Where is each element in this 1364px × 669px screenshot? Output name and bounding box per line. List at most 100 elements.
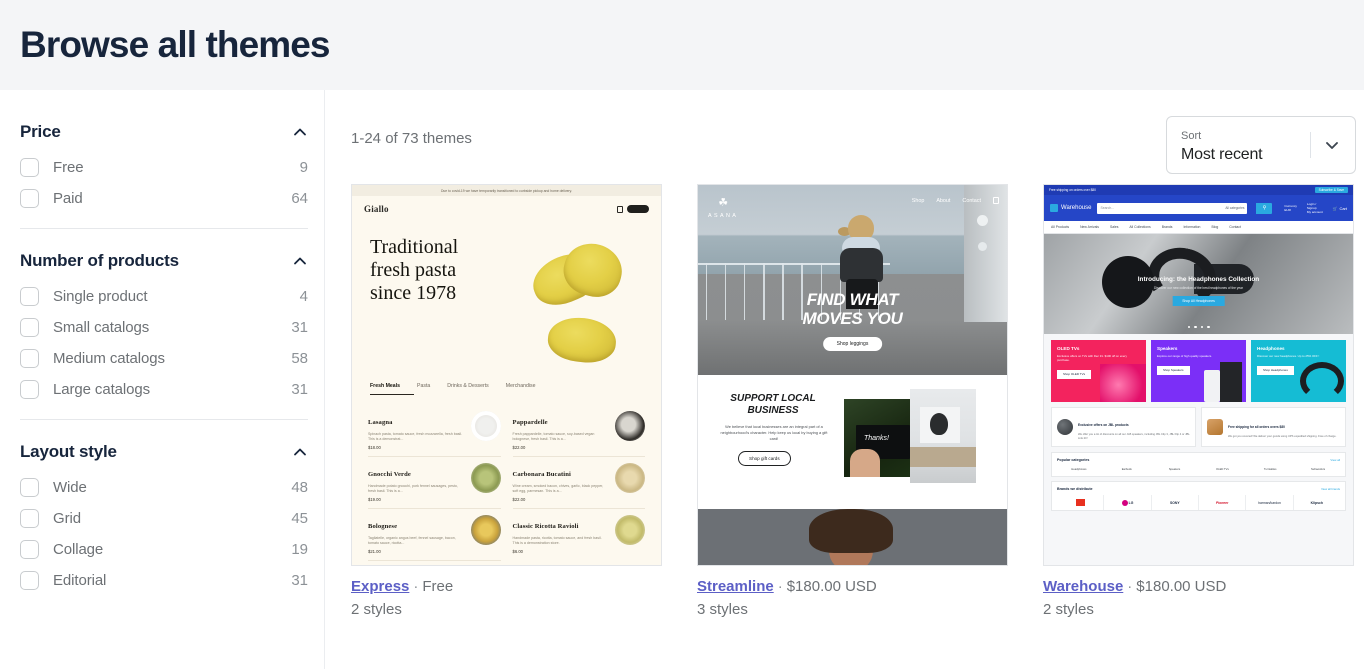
preview-brands-grid: LG SONY Pioneer harman/kardon Klipsch — [1057, 495, 1340, 511]
checkbox[interactable] — [20, 349, 39, 368]
preview-feature-card: Exclusive offers on JBL products We offe… — [1051, 407, 1196, 447]
filter-option-label: Collage — [53, 541, 104, 558]
sort-select[interactable]: Sort Most recent — [1166, 116, 1356, 174]
pasta-illustration — [545, 314, 619, 366]
lamp — [977, 242, 987, 251]
separator: · — [413, 578, 419, 595]
page-content: Price Free 9 Paid 64 Number of products — [0, 90, 1364, 669]
preview-brands-section: Brands we distribute View all brands LG … — [1051, 481, 1346, 512]
filter-option-medium-catalogs[interactable]: Medium catalogs 58 — [20, 343, 308, 374]
preview-promo-card: Headphones Discover our new headphones. … — [1251, 340, 1346, 402]
checkbox[interactable] — [20, 571, 39, 590]
preview-product-item: Carbonara Bucatini Wine cream, smoked ba… — [512, 457, 645, 510]
checkbox[interactable] — [20, 318, 39, 337]
preview-nav-item: Shop — [911, 197, 925, 204]
filter-option-collage[interactable]: Collage 19 — [20, 534, 308, 565]
filter-option-editorial[interactable]: Editorial 31 — [20, 565, 308, 596]
filter-option-count: 9 — [299, 159, 308, 176]
hand — [850, 449, 880, 477]
filter-option-small-catalogs[interactable]: Small catalogs 31 — [20, 312, 308, 343]
theme-thumbnail-streamline[interactable]: ☘ ASANA Shop About Contact FIND WHAT MOVE… — [697, 184, 1008, 566]
preview-promo-card: OLED TVs Exclusive offers on TVs with De… — [1051, 340, 1146, 402]
theme-grid: Due to covid-19 we have temporarily tran… — [351, 184, 1356, 621]
preview-category-name: Speakers — [1168, 468, 1181, 472]
chevron-down-icon[interactable] — [1321, 134, 1343, 156]
filter-option-grid[interactable]: Grid 45 — [20, 503, 308, 534]
filter-group-price: Price Free 9 Paid 64 — [20, 116, 324, 214]
preview-hero: Traditional fresh pasta since 1978 — [352, 222, 661, 377]
preview-cart-label: Cart — [1339, 205, 1347, 211]
filter-header-number-of-products[interactable]: Number of products — [20, 245, 308, 281]
preview-hero-banner: Introducing: the Headphones Collection D… — [1044, 234, 1353, 334]
preview-nav-tab: Pasta — [417, 383, 431, 389]
checkbox[interactable] — [20, 380, 39, 399]
cart-icon — [993, 197, 999, 204]
filter-option-count: 31 — [291, 381, 308, 398]
checkbox[interactable] — [20, 540, 39, 559]
preview-promo-desc: Exclusive offers on TVs with Dec 31. $10… — [1057, 354, 1127, 362]
theme-card-express[interactable]: Due to covid-19 we have temporarily tran… — [351, 184, 662, 621]
filter-option-single-product[interactable]: Single product 4 — [20, 281, 308, 312]
filter-option-free[interactable]: Free 9 — [20, 152, 308, 183]
preview-feature-row: Exclusive offers on JBL products We offe… — [1044, 402, 1353, 447]
theme-thumbnail-express[interactable]: Due to covid-19 we have temporarily tran… — [351, 184, 662, 566]
theme-name-link[interactable]: Warehouse — [1043, 578, 1123, 595]
chevron-up-icon[interactable] — [292, 124, 308, 140]
hair — [809, 509, 894, 553]
preview-brands-header: Brands we distribute View all brands — [1057, 487, 1340, 491]
theme-price: Free — [422, 578, 454, 595]
jacket — [839, 248, 883, 283]
chevron-up-icon[interactable] — [292, 444, 308, 460]
preview-promo-button: Shop OLED TVs — [1057, 369, 1092, 379]
preview-promo-desc: Discover our new headphones. Up to 25% O… — [1257, 354, 1320, 358]
preview-feature-desc: We offer you a lot of discounts on all o… — [1078, 433, 1190, 440]
filter-header-layout-style[interactable]: Layout style — [20, 436, 308, 472]
preview-promo-row: OLED TVs Exclusive offers on TVs with De… — [1044, 334, 1353, 402]
preview-brand-name: ASANA — [708, 213, 739, 219]
checkbox[interactable] — [20, 509, 39, 528]
theme-meta: Express · Free 2 styles — [351, 566, 662, 621]
preview-product-price: $22.00 — [512, 497, 526, 503]
preview-brand-item: Klipsch — [1310, 500, 1323, 505]
theme-name-link[interactable]: Express — [351, 578, 409, 595]
preview-category-item: OLED TVs — [1200, 466, 1244, 471]
preview-hero-sub: Discover our new collection of the best … — [1154, 286, 1243, 290]
checkbox[interactable] — [20, 158, 39, 177]
filter-option-label: Paid — [53, 190, 83, 207]
preview-product-photo — [615, 515, 645, 546]
theme-thumbnail-warehouse[interactable]: Free shipping on orders over $80 Subscri… — [1043, 184, 1354, 566]
preview-category-name: Subwoofers — [1310, 468, 1326, 472]
preview-menu-item: All Collections — [1129, 225, 1151, 229]
preview-account-value: My account — [1306, 210, 1323, 214]
filter-option-large-catalogs[interactable]: Large catalogs 31 — [20, 374, 308, 405]
divider — [1310, 132, 1311, 158]
filter-option-paid[interactable]: Paid 64 — [20, 183, 308, 214]
preview-product-photo — [470, 411, 501, 442]
gift-card-text: Thanks! — [864, 435, 889, 442]
preview-promo-desc: Explore our range of high quality speake… — [1157, 354, 1212, 358]
preview-menu-item: Information — [1183, 225, 1201, 229]
filter-option-wide[interactable]: Wide 48 — [20, 472, 308, 503]
checkbox[interactable] — [20, 478, 39, 497]
separator: · — [1127, 578, 1133, 595]
preview-promo-title: Speakers — [1157, 346, 1178, 351]
checkbox[interactable] — [20, 287, 39, 306]
preview-logo-text: Warehouse — [1061, 205, 1092, 211]
filter-header-price[interactable]: Price — [20, 116, 308, 152]
chevron-up-icon[interactable] — [292, 253, 308, 269]
preview-brand-item: Pioneer — [1199, 495, 1247, 511]
preview-product-item: Lasagna Spinach pasta, tomato sauce, fre… — [368, 405, 501, 458]
filter-option-label: Free — [53, 159, 84, 176]
logo-mark-icon — [1050, 204, 1058, 212]
theme-name-link[interactable]: Streamline — [697, 578, 774, 595]
theme-card-warehouse[interactable]: Free shipping on orders over $80 Subscri… — [1043, 184, 1354, 621]
preview-product-photo — [470, 515, 501, 546]
preview-category-name: Earbuds — [1121, 468, 1132, 472]
filter-group-layout-style: Layout style Wide 48 Grid 45 Collage 19 — [20, 436, 324, 596]
preview-feature-text: Free shipping for all orders overs $80 W… — [1228, 415, 1336, 439]
theme-card-streamline[interactable]: ☘ ASANA Shop About Contact FIND WHAT MOVE… — [697, 184, 1008, 621]
preview-feature-desc: We got you covered! We deliver your good… — [1228, 434, 1337, 438]
preview-section-button: Shop gift cards — [738, 451, 791, 466]
checkbox[interactable] — [20, 189, 39, 208]
preview-announcement-bar: Free shipping on orders over $80 Subscri… — [1044, 185, 1353, 195]
